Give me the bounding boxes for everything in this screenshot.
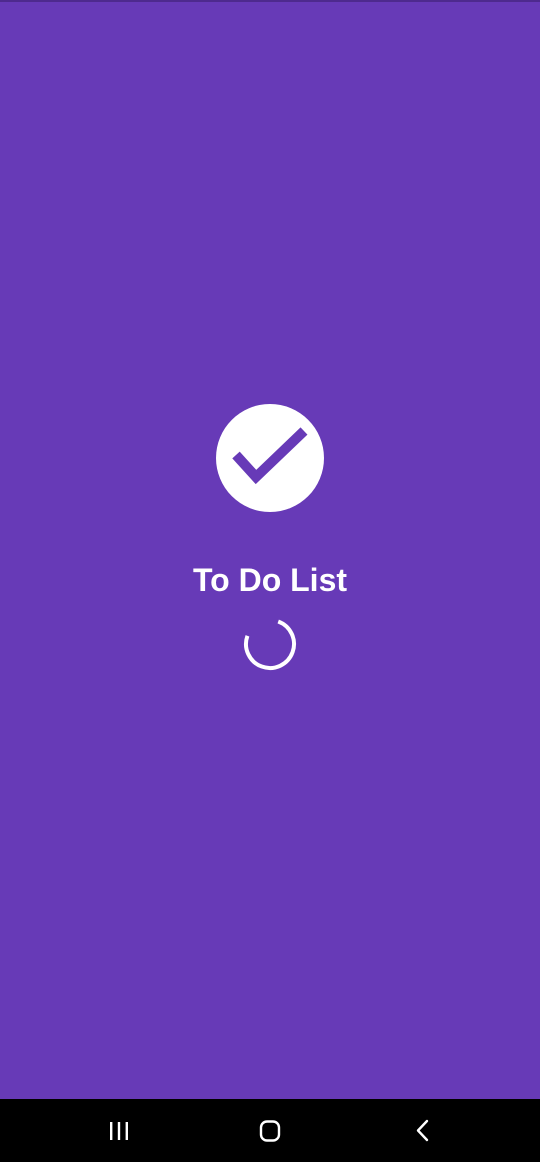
back-icon <box>416 1119 429 1142</box>
splash-screen: To Do List <box>0 0 540 1162</box>
check-circle-icon <box>216 404 324 512</box>
app-title: To Do List <box>192 562 348 598</box>
back-button[interactable] <box>402 1111 442 1151</box>
recent-apps-button[interactable] <box>99 1111 139 1151</box>
home-icon <box>259 1120 281 1142</box>
loading-spinner-icon <box>243 617 297 671</box>
navigation-bar <box>0 1099 540 1162</box>
splash-content: To Do List <box>0 0 540 1099</box>
home-button[interactable] <box>250 1111 290 1151</box>
recent-apps-icon <box>110 1122 128 1140</box>
